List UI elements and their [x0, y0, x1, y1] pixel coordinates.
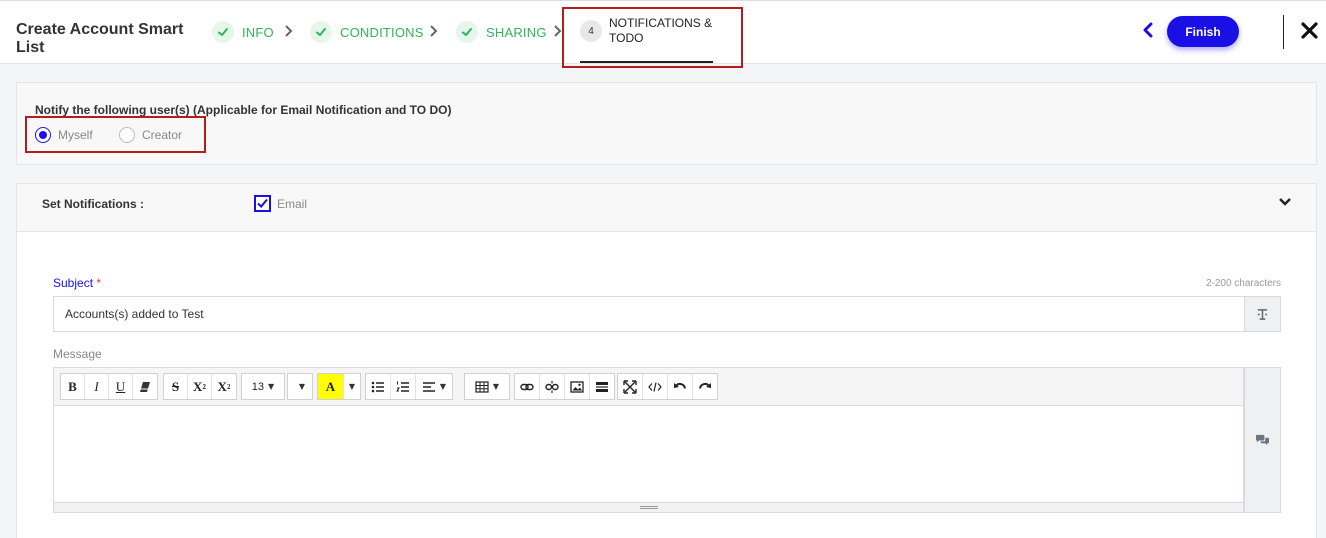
message-editor-body[interactable] [54, 406, 1243, 502]
check-icon [456, 21, 478, 43]
strikethrough-button[interactable]: S [164, 374, 188, 399]
char-limit-hint: 2-200 characters [1205, 278, 1281, 289]
highlight-color-button[interactable]: A [318, 374, 344, 399]
step-conditions[interactable]: CONDITIONS [310, 19, 424, 45]
toolbar-group-style: B I U [60, 373, 158, 400]
italic-button[interactable]: I [85, 374, 109, 399]
caret-down-icon: ▼ [439, 382, 447, 391]
step-label: SHARING [486, 24, 547, 40]
toolbar-group-script: S X2 X2 [163, 373, 237, 400]
divider [1283, 15, 1284, 49]
horizontal-rule-button[interactable] [590, 374, 614, 399]
check-icon [212, 21, 234, 43]
link-button[interactable] [515, 374, 540, 399]
chevron-right-icon [429, 24, 439, 38]
chevron-left-icon[interactable] [1141, 21, 1155, 39]
numbered-list-button[interactable] [391, 374, 416, 399]
close-icon[interactable] [1300, 21, 1319, 40]
subject-input[interactable] [53, 296, 1244, 332]
underline-button[interactable]: U [109, 374, 133, 399]
font-family-select[interactable]: ▼ [288, 374, 312, 399]
toolbar-group-fontname: ▼ [287, 373, 313, 400]
check-icon [257, 198, 268, 208]
step-label: INFO [242, 24, 274, 40]
fullscreen-button[interactable] [618, 374, 643, 399]
notifications-header: Set Notifications : Email [17, 184, 1316, 232]
bullet-list-icon [371, 381, 384, 392]
comments-icon[interactable] [1244, 367, 1281, 513]
page-title: Create Account Smart List [16, 21, 184, 56]
align-dropdown[interactable]: ▼ [416, 374, 452, 399]
step-info[interactable]: INFO [212, 19, 274, 45]
step-sharing[interactable]: SHARING [456, 19, 547, 45]
caret-down-icon: ▼ [268, 382, 275, 391]
resize-grip-icon [639, 506, 658, 509]
highlight-box [562, 7, 743, 68]
subscript-mark: 2 [226, 382, 231, 391]
email-label: Email [277, 196, 308, 211]
image-icon [570, 380, 584, 393]
required-mark: * [96, 276, 102, 290]
check-icon [310, 21, 332, 43]
redo-icon [699, 382, 711, 389]
font-size-select[interactable]: 13 ▼ [242, 374, 284, 399]
editor-toolbar: B I U S X2 X2 13 ▼ ▼ A ▼ ▼ ▼ [54, 368, 1243, 406]
image-button[interactable] [565, 374, 590, 399]
caret-down-icon: ▼ [492, 382, 500, 391]
finish-button[interactable]: Finish [1167, 16, 1239, 47]
set-notifications-label: Set Notifications : [42, 197, 145, 211]
superscript-mark: 2 [202, 382, 206, 391]
fullscreen-icon [623, 379, 637, 394]
toolbar-group-paragraph: ▼ [365, 373, 453, 400]
email-checkbox[interactable]: Email [254, 195, 307, 212]
bold-button[interactable]: B [61, 374, 85, 399]
toolbar-group-view [617, 373, 718, 400]
wizard-header: Create Account Smart List INFO CONDITION… [0, 0, 1326, 68]
checkbox[interactable] [254, 195, 271, 212]
table-icon [475, 380, 489, 393]
code-view-button[interactable] [643, 374, 668, 399]
unlink-button[interactable] [540, 374, 565, 399]
text-format-icon[interactable] [1244, 296, 1281, 332]
toolbar-group-color: A ▼ [317, 373, 361, 400]
code-icon [648, 381, 662, 392]
eraser-button[interactable] [133, 374, 157, 399]
align-left-icon [422, 381, 435, 392]
eraser-icon [140, 381, 150, 392]
subscript-button[interactable]: X2 [212, 374, 236, 399]
unlink-icon [545, 380, 559, 393]
caret-down-icon: ▼ [298, 382, 306, 391]
notify-users-panel: Notify the following user(s) (Applicable… [16, 82, 1317, 165]
bullet-list-button[interactable] [366, 374, 391, 399]
subject-label: Subject * [53, 276, 102, 290]
toolbar-group-fontsize: 13 ▼ [241, 373, 285, 400]
chevron-right-icon [284, 24, 294, 38]
undo-icon [674, 382, 686, 389]
message-editor: B I U S X2 X2 13 ▼ ▼ A ▼ ▼ ▼ [53, 367, 1244, 513]
notify-users-label: Notify the following user(s) (Applicable… [35, 103, 452, 117]
chevron-down-icon[interactable] [1278, 194, 1292, 206]
undo-button[interactable] [668, 374, 693, 399]
step-label: CONDITIONS [340, 24, 424, 40]
horizontal-rule-icon [596, 381, 608, 392]
set-notifications-panel: Set Notifications : Email Subject * 2-20… [16, 183, 1317, 538]
highlight-box [25, 116, 206, 153]
table-dropdown[interactable]: ▼ [465, 374, 509, 399]
toolbar-group-table: ▼ [464, 373, 510, 400]
toolbar-group-insert [514, 373, 615, 400]
message-label: Message [53, 347, 102, 361]
link-icon [520, 383, 534, 390]
superscript-button[interactable]: X2 [188, 374, 212, 399]
numbered-list-icon [396, 381, 409, 392]
color-dropdown[interactable]: ▼ [344, 374, 360, 399]
redo-button[interactable] [693, 374, 717, 399]
editor-resize-handle[interactable] [54, 502, 1243, 512]
caret-down-icon: ▼ [348, 382, 356, 391]
